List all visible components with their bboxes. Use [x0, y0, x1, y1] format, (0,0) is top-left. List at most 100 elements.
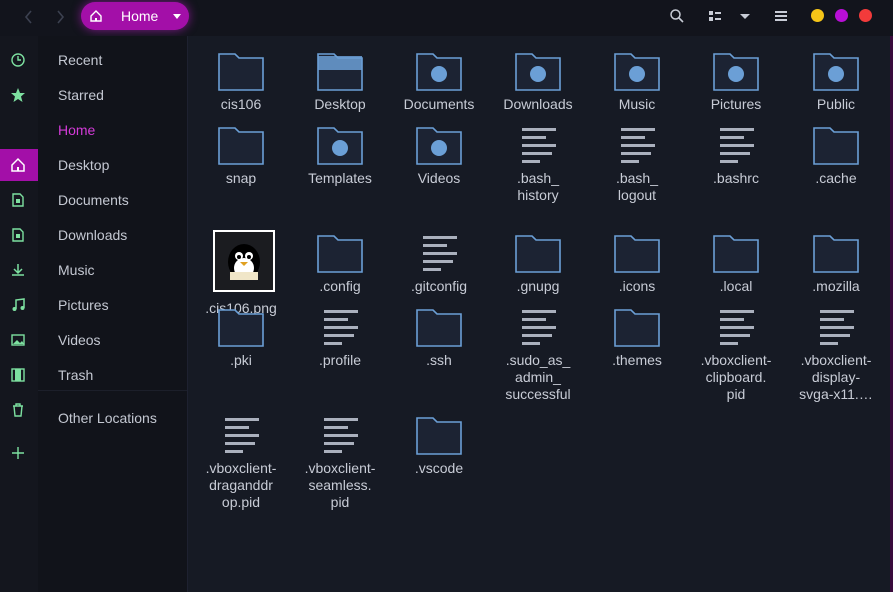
places-sidebar: Recent Starred Home Desktop Documents Do…: [38, 36, 187, 592]
sidebar-item-videos[interactable]: Videos: [58, 332, 101, 348]
file-item[interactable]: .bash_ logout: [587, 124, 687, 204]
file-item[interactable]: .profile: [290, 306, 390, 369]
file-item[interactable]: Desktop: [290, 50, 390, 113]
templates-folder-icon: [317, 127, 363, 165]
file-item[interactable]: .bashrc: [686, 124, 786, 187]
image-thumbnail: [213, 230, 275, 292]
file-item[interactable]: .vboxclient-draganddr op.pid: [191, 414, 291, 511]
file-item[interactable]: .ssh: [389, 306, 489, 369]
folder-icon: [218, 309, 264, 347]
chevron-down-icon[interactable]: [737, 8, 753, 24]
file-item[interactable]: .local: [686, 232, 786, 295]
file-item[interactable]: .icons: [587, 232, 687, 295]
chevron-down-icon[interactable]: [171, 10, 183, 22]
text-file-icon: [522, 128, 556, 163]
file-item[interactable]: Pictures: [686, 50, 786, 113]
file-name: .sudo_as_ admin_ successful: [505, 352, 571, 402]
file-item[interactable]: .pki: [191, 306, 291, 369]
music-note-icon: [12, 298, 25, 311]
hamburger-menu-icon[interactable]: [773, 8, 789, 24]
folder-icon: [813, 235, 859, 273]
trash-icon: [13, 403, 23, 417]
file-name: .gitconfig: [410, 278, 468, 294]
public-folder-icon: [813, 53, 859, 91]
file-item[interactable]: Music: [587, 50, 687, 113]
text-file-icon: [225, 418, 259, 453]
sidebar-item-desktop[interactable]: Desktop: [58, 157, 109, 173]
file-item[interactable]: .vboxclient-display-svga-x11.…: [786, 306, 886, 403]
sidebar-item-recent[interactable]: Recent: [58, 52, 102, 68]
file-item[interactable]: .mozilla: [786, 232, 886, 295]
file-item[interactable]: .cis106.png: [191, 230, 291, 317]
file-name: .vboxclient-seamless. pid: [304, 460, 376, 510]
file-item[interactable]: .vboxclient-seamless. pid: [290, 414, 390, 511]
file-name: .icons: [618, 278, 656, 294]
picture-icon: [11, 334, 25, 346]
file-name: Desktop: [314, 96, 366, 112]
file-item[interactable]: Templates: [290, 124, 390, 187]
back-button[interactable]: [18, 6, 40, 28]
sidebar-item-trash[interactable]: Trash: [58, 367, 93, 383]
chevron-right-icon: [57, 10, 65, 24]
folder-icon: [713, 235, 759, 273]
file-name: .bash_ history: [516, 170, 560, 203]
sidebar-item-documents[interactable]: Documents: [58, 192, 129, 208]
file-grid: cis106 Desktop Documents Downloads Music Pict…: [187, 36, 893, 592]
file-name: .config: [319, 278, 361, 294]
file-name: Music: [618, 96, 656, 112]
file-item[interactable]: .themes: [587, 306, 687, 369]
forward-button[interactable]: [49, 6, 71, 28]
file-item[interactable]: .sudo_as_ admin_ successful: [488, 306, 588, 403]
minimize-button[interactable]: [811, 9, 824, 22]
folder-icon: [218, 127, 264, 165]
file-name: .vboxclient-display-svga-x11.…: [799, 352, 873, 402]
file-item[interactable]: Videos: [389, 124, 489, 187]
file-name: .gnupg: [516, 278, 560, 294]
file-item[interactable]: snap: [191, 124, 291, 187]
text-file-icon: [720, 310, 754, 345]
file-name: Downloads: [503, 96, 573, 112]
file-name: Pictures: [710, 96, 762, 112]
home-icon: [90, 10, 102, 22]
folder-icon: [614, 309, 660, 347]
grid-view-icon[interactable]: [707, 8, 723, 24]
file-item[interactable]: .bash_ history: [488, 124, 588, 204]
folder-icon: [515, 235, 561, 273]
file-item[interactable]: Documents: [389, 50, 489, 113]
file-name: snap: [225, 170, 257, 186]
file-item[interactable]: Downloads: [488, 50, 588, 113]
sidebar-item-downloads[interactable]: Downloads: [58, 227, 127, 243]
download-icon: [12, 264, 24, 276]
file-name: Documents: [403, 96, 475, 112]
sidebar-divider: [38, 390, 187, 391]
desktop-folder-icon: [317, 53, 363, 91]
sidebar-item-home[interactable]: Home: [58, 122, 95, 138]
clock-icon: [11, 53, 25, 67]
file-item[interactable]: .config: [290, 232, 390, 295]
close-button[interactable]: [859, 9, 872, 22]
search-icon[interactable]: [669, 8, 685, 24]
file-item[interactable]: cis106: [191, 50, 291, 113]
file-item[interactable]: .vscode: [389, 414, 489, 477]
file-item[interactable]: .vboxclient-clipboard. pid: [686, 306, 786, 403]
sidebar-item-pictures[interactable]: Pictures: [58, 297, 109, 313]
maximize-button[interactable]: [835, 9, 848, 22]
file-item[interactable]: .gnupg: [488, 232, 588, 295]
sidebar-item-starred[interactable]: Starred: [58, 87, 104, 103]
file-name: Videos: [417, 170, 461, 186]
header-bar: Home: [0, 0, 893, 36]
chevron-left-icon: [24, 10, 32, 24]
music-folder-icon: [614, 53, 660, 91]
sidebar-item-other-locations[interactable]: Other Locations: [58, 410, 157, 426]
folder-icon: [416, 309, 462, 347]
path-bar-home[interactable]: Home: [81, 2, 189, 30]
documents-folder-icon: [416, 53, 462, 91]
sidebar-item-music[interactable]: Music: [58, 262, 95, 278]
documents-icon: [12, 228, 24, 242]
file-name: .vboxclient-draganddr op.pid: [205, 460, 277, 510]
file-item[interactable]: Public: [786, 50, 886, 113]
file-item[interactable]: .gitconfig: [389, 232, 489, 295]
file-name: .vboxclient-clipboard. pid: [700, 352, 772, 402]
file-item[interactable]: .cache: [786, 124, 886, 187]
file-name: Templates: [308, 170, 372, 186]
